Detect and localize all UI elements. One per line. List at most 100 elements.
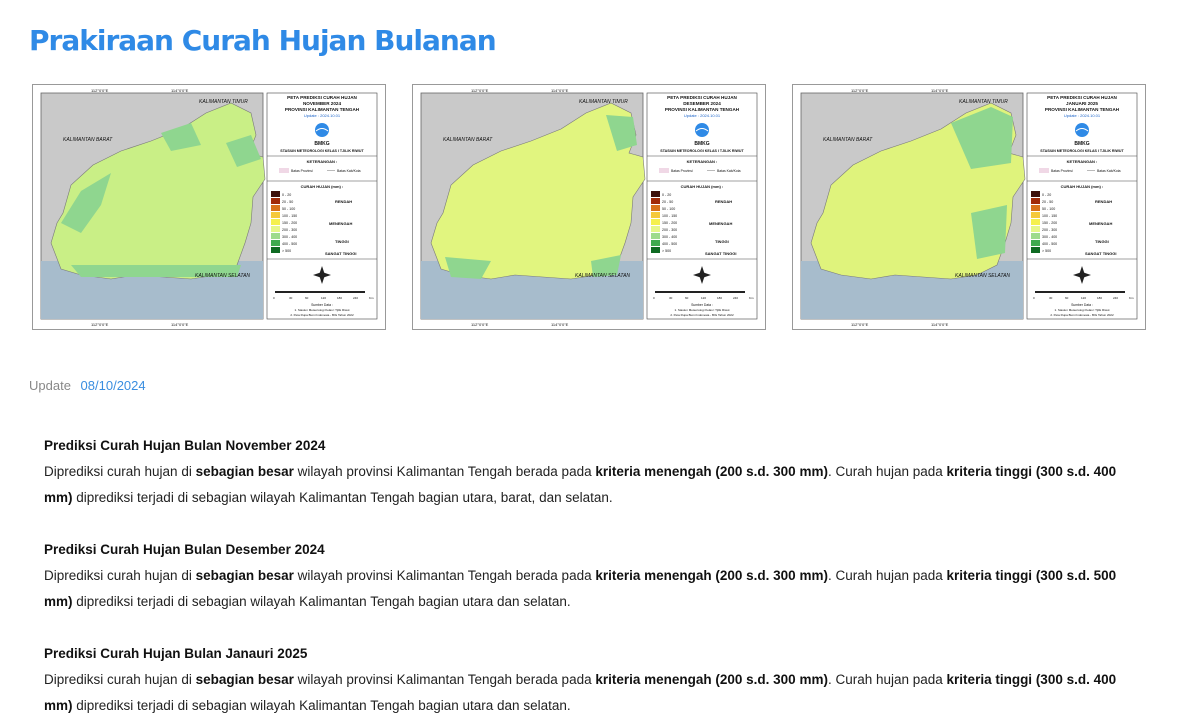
category-label: SANGAT TINGGI [705,251,736,256]
scale-label: Km [749,296,754,300]
scale-label: Km [1129,296,1134,300]
legend-range: 150 - 200 [282,221,297,225]
lon-label: 112°0'0"E [91,322,109,327]
legend-range: 0 - 20 [282,193,291,197]
legend-swatch [1031,198,1040,204]
category-label: MENENGAH [1089,221,1112,226]
page-title: Prakiraan Curah Hujan Bulanan [29,24,497,57]
legend-text: Batas Provinsi [1051,169,1073,173]
map-image: KALIMANTAN BARAT KALIMANTAN TIMUR KALIMANT… [420,88,758,327]
legend-title: CURAH HUJAN (mm) : [1061,184,1104,189]
legend-range: 0 - 20 [1042,193,1051,197]
legend-swatch [651,205,660,211]
map-province: PROVINSI KALIMANTAN TENGAH [285,107,360,112]
legend-swatch [651,198,660,204]
legend-range: 100 - 150 [1042,214,1057,218]
map-januari-2025[interactable]: KALIMANTAN BARAT KALIMANTAN TIMUR KALIMANT… [792,84,1146,330]
lon-label: 114°0'0"E [171,322,189,327]
map-update: Update : 2024.10.01 [684,113,721,118]
scale-label: 30 [1049,296,1053,300]
legend-swatch [271,226,280,232]
region-label: KALIMANTAN BARAT [823,137,873,143]
region-label: KALIMANTAN SELATAN [955,273,1010,279]
legend-swatch [1031,191,1040,197]
legend-swatch [1031,233,1040,239]
category-label: TINGGI [1095,239,1109,244]
legend-swatch [1039,168,1049,173]
lon-label: 112°0'0"E [851,322,869,327]
scale-label: 180 [717,296,722,300]
section-heading: Prediksi Curah Hujan Bulan November 2024 [44,438,326,453]
category-label: MENENGAH [709,221,732,226]
legend-range: > 500 [282,249,291,253]
forecast-section-januari: Prediksi Curah Hujan Bulan Janauri 2025 … [44,646,1144,719]
legend-swatch [1031,226,1040,232]
source-title: Sumber Data : [311,303,333,307]
scale-label: 240 [1113,296,1118,300]
legend-range: 20 - 50 [282,200,293,204]
region-label: KALIMANTAN BARAT [443,137,493,143]
update-date: 08/10/2024 [80,378,146,393]
legend-swatch [659,168,669,173]
source-title: Sumber Data : [1071,303,1093,307]
legend-range: 400 - 500 [662,242,677,246]
map-november-2024[interactable]: KALIMANTAN BARAT KALIMANTAN TIMUR KALIMANT… [32,84,386,330]
legend-swatch [271,191,280,197]
legend-title: CURAH HUJAN (mm) : [301,184,344,189]
section-text: Diprediksi curah hujan di sebagian besar… [44,672,1117,713]
legend-range: 50 - 100 [282,207,295,211]
station-name: STASIUN METEOROLOGI KELAS I TJILIK RIWUT [660,149,744,153]
map-update: Update : 2024.10.01 [304,113,341,118]
legend-text: Batas Kab/Kota [337,169,361,173]
legend-swatch [651,247,660,253]
region-label: KALIMANTAN TIMUR [199,99,248,105]
legend-range: > 500 [1042,249,1051,253]
section-text: Diprediksi curah hujan di sebagian besar… [44,464,1117,505]
map-title: PETA PREDIKSI CURAH HUJAN [667,95,737,100]
region-label: KALIMANTAN TIMUR [579,99,628,105]
region-label: KALIMANTAN SELATAN [575,273,630,279]
legend-text: Batas Kab/Kota [717,169,741,173]
station-name: STASIUN METEOROLOGI KELAS I TJILIK RIWUT [1040,149,1124,153]
category-label: TINGGI [715,239,729,244]
update-label: Update [29,378,71,393]
lon-label: 114°0'0"E [171,88,189,93]
map-title: PETA PREDIKSI CURAH HUJAN [1047,95,1117,100]
legend-range: 200 - 300 [662,228,677,232]
region-label: KALIMANTAN TIMUR [959,99,1008,105]
legend-range: 400 - 500 [1042,242,1057,246]
scale-label: 240 [733,296,738,300]
keterangan-label: KETERANGAN : [1067,159,1098,164]
map-title: PETA PREDIKSI CURAH HUJAN [287,95,357,100]
legend-swatch [271,212,280,218]
lon-label: 114°0'0"E [931,322,949,327]
legend-range: 20 - 50 [662,200,673,204]
legend-range: 150 - 200 [1042,221,1057,225]
legend-range: 0 - 20 [662,193,671,197]
scale-label: 180 [1097,296,1102,300]
category-label: MENENGAH [329,221,352,226]
scale-bar [275,291,365,293]
legend-swatch [1031,247,1040,253]
section-text: Diprediksi curah hujan di sebagian besar… [44,568,1117,609]
legend-range: 200 - 300 [1042,228,1057,232]
legend-range: 150 - 200 [662,221,677,225]
map-desember-2024[interactable]: KALIMANTAN BARAT KALIMANTAN TIMUR KALIMANT… [412,84,766,330]
legend-swatch [1031,219,1040,225]
lon-label: 114°0'0"E [931,88,949,93]
map-province: PROVINSI KALIMANTAN TENGAH [1045,107,1120,112]
legend-swatch [1031,205,1040,211]
legend-swatch [271,233,280,239]
scale-label: 120 [701,296,706,300]
legend-range: 50 - 100 [662,207,675,211]
legend-swatch [1031,240,1040,246]
legend-range: 100 - 150 [282,214,297,218]
legend-swatch [279,168,289,173]
legend-range: 400 - 500 [282,242,297,246]
legend-swatch [271,205,280,211]
map-gallery: KALIMANTAN BARAT KALIMANTAN TIMUR KALIMANT… [32,84,1152,332]
map-image: KALIMANTAN BARAT KALIMANTAN TIMUR KALIMANT… [800,88,1138,327]
scale-label: 30 [289,296,293,300]
map-month: DESEMBER 2024 [683,101,721,106]
scale-label: 60 [1065,296,1069,300]
